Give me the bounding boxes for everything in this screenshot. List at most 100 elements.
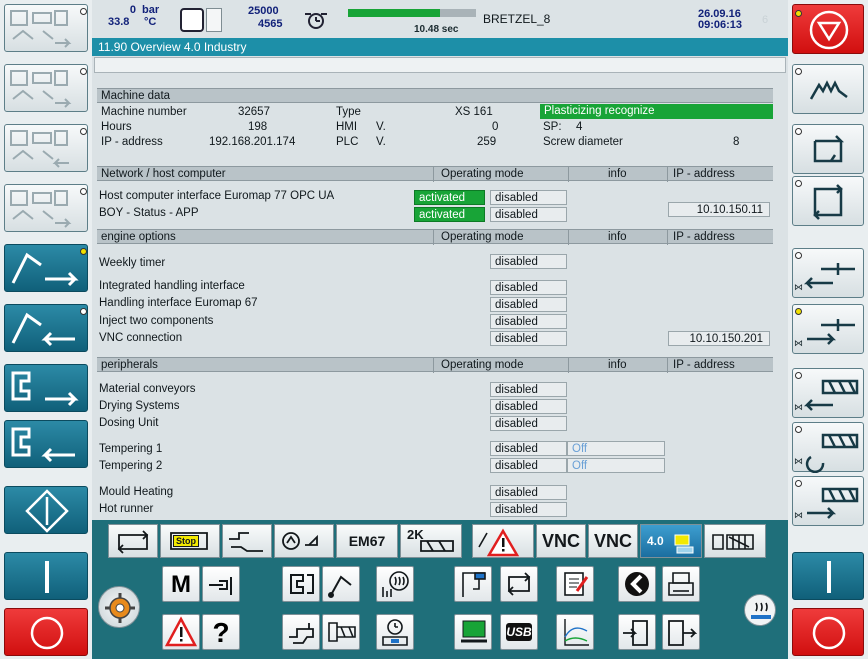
- drying-systems-disabled[interactable]: disabled: [490, 399, 567, 414]
- peripherals-header: peripherals Operating mode info IP - add…: [97, 357, 773, 373]
- ip-label: IP - address: [101, 136, 163, 148]
- nozzle-back-icon: [11, 252, 79, 287]
- led-r2: [795, 128, 802, 135]
- weekly-timer-disabled[interactable]: disabled: [490, 254, 567, 269]
- temperature-page-button[interactable]: [376, 566, 414, 602]
- manual-on-key[interactable]: [4, 552, 88, 600]
- matrix-grid-icon: [712, 534, 754, 550]
- notes-page-button[interactable]: [556, 566, 594, 602]
- tempering-1-disabled[interactable]: disabled: [490, 441, 567, 456]
- temp-unit: °C: [144, 16, 157, 28]
- page-forward-button[interactable]: [662, 614, 700, 650]
- clamp-button[interactable]: [282, 614, 320, 650]
- alarm-button[interactable]: [162, 614, 200, 650]
- cycle-tab[interactable]: [108, 524, 158, 558]
- ejector-icon: [10, 130, 69, 168]
- alarm-tab[interactable]: [472, 524, 534, 558]
- integrated-handling-disabled[interactable]: disabled: [490, 280, 567, 295]
- nozzle-forward-key[interactable]: [4, 304, 88, 352]
- twok-tab[interactable]: 2K: [400, 524, 462, 558]
- plasticizing-button[interactable]: [322, 614, 360, 650]
- data-monitor-button[interactable]: [454, 614, 492, 650]
- back-button[interactable]: [618, 566, 656, 602]
- stop-label: Stop: [173, 535, 199, 547]
- counter-top: 25000: [248, 5, 279, 17]
- page-back-button[interactable]: [618, 614, 656, 650]
- dosing-unit-disabled[interactable]: disabled: [490, 416, 567, 431]
- led-r7-mark: ⋈: [794, 457, 803, 467]
- cycle-time: 10.48 sec: [414, 24, 459, 35]
- maintenance-m-button[interactable]: M: [162, 566, 200, 602]
- core-in-key[interactable]: [4, 364, 88, 412]
- usb-button[interactable]: USB: [500, 614, 538, 650]
- material-conveyors-disabled[interactable]: disabled: [490, 382, 567, 397]
- auto-key[interactable]: [792, 176, 864, 226]
- mould-temp-button[interactable]: [376, 614, 414, 650]
- em67-tab[interactable]: EM67: [336, 524, 398, 558]
- hmi-v: V.: [376, 121, 386, 133]
- core-tab[interactable]: [274, 524, 334, 558]
- sequence-cycle-icon: [507, 572, 531, 596]
- nozzle-page-button[interactable]: [322, 566, 360, 602]
- right-off-key[interactable]: [792, 608, 864, 656]
- sequence-page-button[interactable]: [500, 566, 538, 602]
- machine-number-value: 32657: [238, 106, 270, 118]
- boy-status-disabled[interactable]: disabled: [490, 207, 567, 222]
- matrix-tab[interactable]: [704, 524, 766, 558]
- col-info: info: [608, 359, 627, 371]
- nozzle-back-key[interactable]: [4, 244, 88, 292]
- injection-page-button[interactable]: [454, 566, 492, 602]
- help-button[interactable]: ?: [202, 614, 240, 650]
- semi-auto-icon: [813, 135, 845, 163]
- stop-triangle-icon: [809, 10, 849, 50]
- vnc-tab-2[interactable]: VNC: [588, 524, 638, 558]
- emergency-off-key[interactable]: [4, 608, 88, 656]
- semi-auto-key[interactable]: [792, 124, 864, 174]
- industry-4-tab[interactable]: 4.0: [640, 524, 702, 558]
- start-key[interactable]: [4, 486, 88, 534]
- cycle-stop-tab[interactable]: Stop: [160, 524, 220, 558]
- ejector-tab[interactable]: [222, 524, 272, 558]
- mould-heating-label: Mould Heating: [99, 486, 174, 498]
- settings-gear-icon[interactable]: [98, 586, 140, 628]
- led-6: [80, 308, 87, 315]
- boy-status-ip[interactable]: 10.10.150.11: [668, 202, 770, 217]
- engine-title: engine options: [101, 231, 176, 243]
- handling-em67-disabled[interactable]: disabled: [490, 297, 567, 312]
- mould-heating-disabled[interactable]: disabled: [490, 485, 567, 500]
- two-components-disabled[interactable]: disabled: [490, 314, 567, 329]
- machine-number-label: Machine number: [101, 106, 187, 118]
- col-ip: IP - address: [673, 359, 735, 371]
- sp-value: 4: [576, 121, 583, 133]
- core-page-button[interactable]: [282, 566, 320, 602]
- hand-key[interactable]: [792, 64, 864, 114]
- left-key-1[interactable]: [4, 4, 88, 52]
- divider: [568, 358, 569, 373]
- col-operating-mode: Operating mode: [441, 168, 524, 180]
- stop-key[interactable]: [792, 4, 864, 54]
- hot-runner-disabled[interactable]: disabled: [490, 502, 567, 517]
- left-key-3[interactable]: [4, 124, 88, 172]
- pressure-value: 0: [129, 4, 136, 16]
- divider: [433, 167, 434, 182]
- core-out-key[interactable]: [4, 420, 88, 468]
- col-ip: IP - address: [673, 231, 735, 243]
- host-interface-disabled[interactable]: disabled: [490, 190, 567, 205]
- tempering-2-disabled[interactable]: disabled: [490, 458, 567, 473]
- graph-button[interactable]: [556, 614, 594, 650]
- auto-cycle-icon: [813, 184, 843, 220]
- heating-power-icon[interactable]: [744, 594, 776, 626]
- left-key-2[interactable]: [4, 64, 88, 112]
- vnc-tab-1[interactable]: VNC: [536, 524, 586, 558]
- vnc-connection-disabled[interactable]: disabled: [490, 331, 567, 346]
- boy-status-activated[interactable]: activated: [414, 207, 485, 222]
- tool-button[interactable]: [202, 566, 240, 602]
- left-key-4[interactable]: [4, 184, 88, 232]
- cycle-icon: [117, 530, 149, 554]
- vnc-connection-ip[interactable]: 10.10.150.201: [668, 331, 770, 346]
- led-r8: [795, 480, 802, 487]
- led-r6: [795, 372, 802, 379]
- host-interface-activated[interactable]: activated: [414, 190, 485, 205]
- printer-button[interactable]: [662, 566, 700, 602]
- right-on-key[interactable]: [792, 552, 864, 600]
